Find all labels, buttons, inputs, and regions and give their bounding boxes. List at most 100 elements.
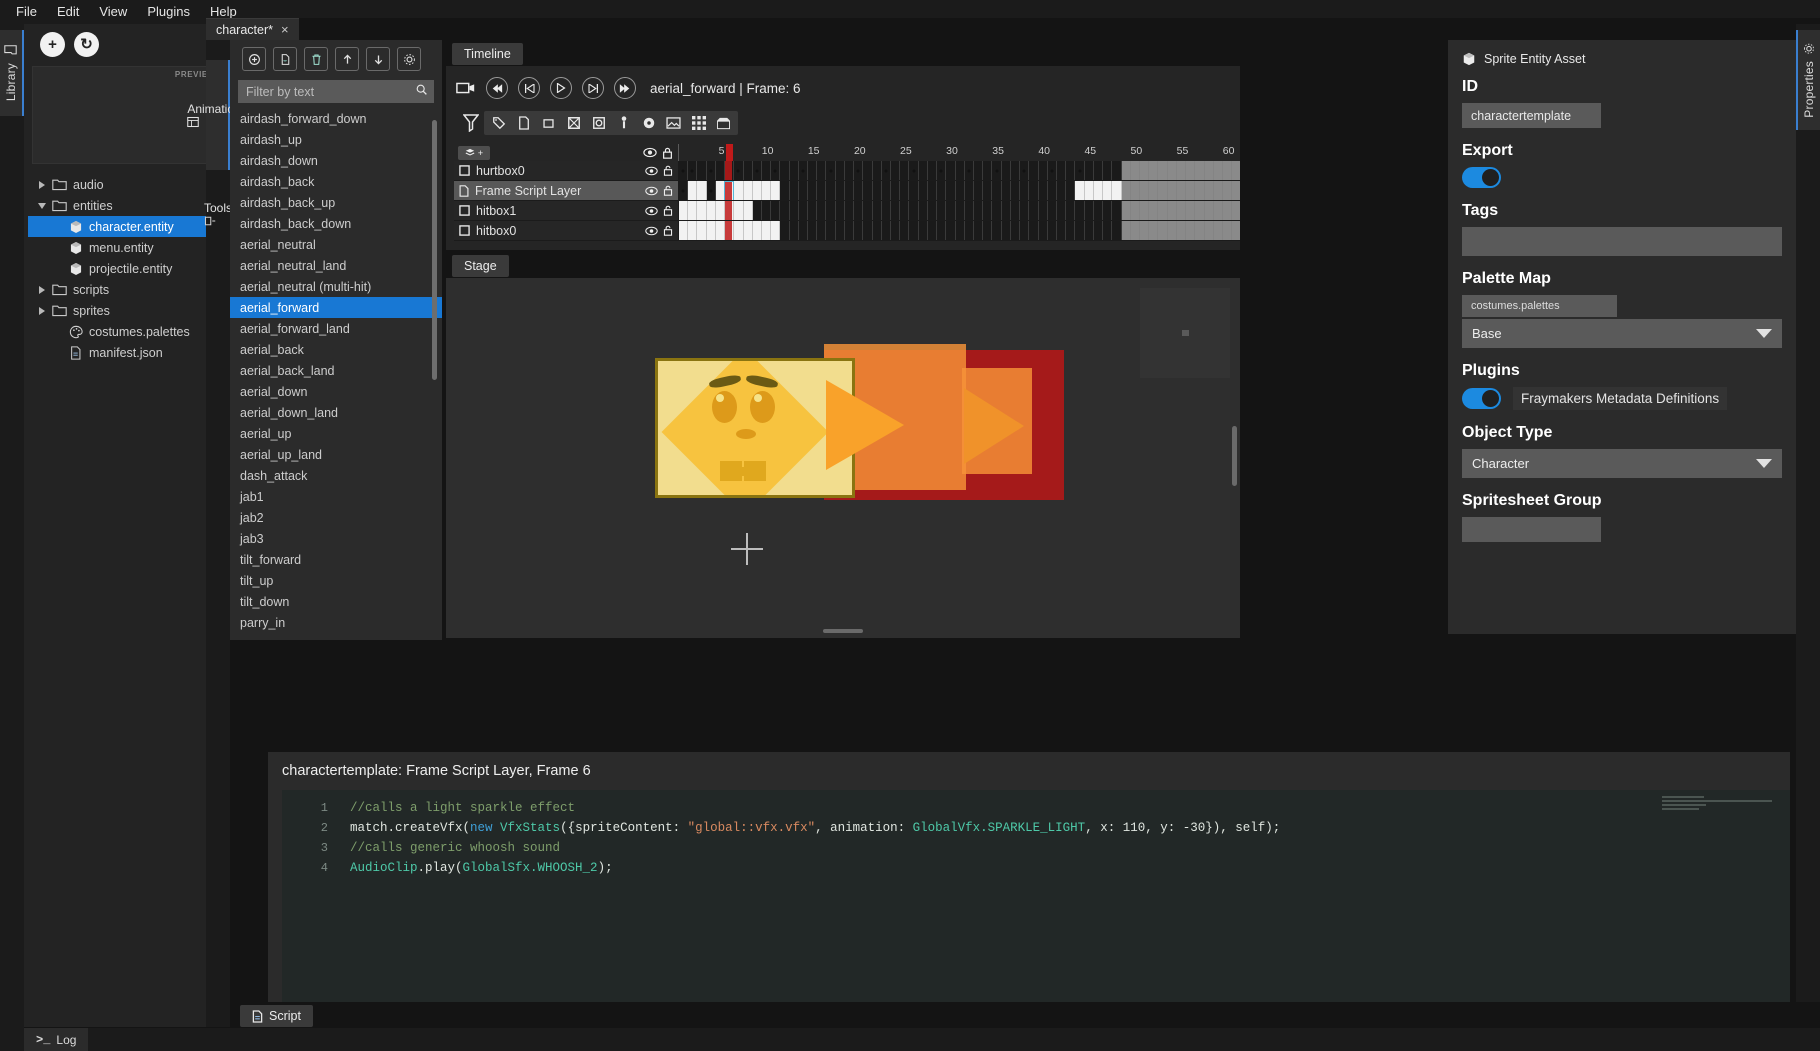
timeline-cell[interactable] <box>1103 181 1112 200</box>
code-text[interactable]: //calls a light sparkle effect <box>350 801 575 815</box>
timeline-cell[interactable] <box>1168 181 1177 200</box>
timeline-cell[interactable] <box>771 221 780 240</box>
selected-frame-cell[interactable] <box>724 181 734 201</box>
timeline-cell[interactable] <box>1011 221 1020 240</box>
timeline-cell[interactable] <box>863 221 872 240</box>
timeline-cell[interactable] <box>946 161 955 180</box>
palette-file-chip[interactable]: costumes.palettes <box>1462 295 1617 317</box>
animation-item[interactable]: tilt_up <box>230 570 442 591</box>
timeline-cell[interactable] <box>863 181 872 200</box>
timeline-cell[interactable] <box>946 201 955 220</box>
animation-item[interactable]: aerial_forward <box>230 297 442 318</box>
stage-resize-grip[interactable] <box>823 629 863 633</box>
timeline-cell[interactable] <box>679 181 688 200</box>
timeline-cell[interactable] <box>900 181 909 200</box>
timeline-cell[interactable] <box>836 221 845 240</box>
delete-animation-button[interactable] <box>304 47 328 71</box>
timeline-cell[interactable] <box>1085 201 1094 220</box>
timeline-cell[interactable] <box>1186 201 1195 220</box>
camera-button[interactable] <box>456 81 476 95</box>
timeline-cell[interactable] <box>1085 221 1094 240</box>
animation-item[interactable]: airdash_forward_down <box>230 108 442 129</box>
image-icon[interactable] <box>661 112 686 134</box>
timeline-layer-row[interactable]: Frame Script Layer <box>454 181 678 201</box>
timeline-cell[interactable] <box>983 221 992 240</box>
timeline-cell[interactable] <box>863 161 872 180</box>
timeline-cell[interactable] <box>1214 161 1223 180</box>
code-minimap[interactable] <box>1662 796 1772 818</box>
timeline-cell[interactable] <box>882 201 891 220</box>
previous-frame-button[interactable] <box>518 77 540 99</box>
spritesheet-group-field[interactable] <box>1462 517 1601 542</box>
timeline-cell[interactable] <box>1186 221 1195 240</box>
timeline-cell[interactable] <box>734 201 743 220</box>
timeline-cell[interactable] <box>891 201 900 220</box>
timeline-cell[interactable] <box>1048 221 1057 240</box>
timeline-cell[interactable] <box>762 181 771 200</box>
timeline-cell[interactable] <box>1122 161 1131 180</box>
timeline-cell[interactable] <box>882 161 891 180</box>
timeline-cell[interactable] <box>919 201 928 220</box>
timeline-cell[interactable] <box>1112 181 1121 200</box>
timeline-cell[interactable] <box>1205 221 1214 240</box>
timeline-cell[interactable] <box>900 161 909 180</box>
rewind-start-button[interactable] <box>486 77 508 99</box>
timeline-cell[interactable] <box>1075 221 1084 240</box>
document-tab-character[interactable]: character* × <box>206 18 299 40</box>
hurtbox-icon[interactable] <box>586 112 611 134</box>
tree-item-menu-entity[interactable]: menu.entity <box>28 237 230 258</box>
timeline-cell[interactable] <box>1131 181 1140 200</box>
animation-item[interactable]: jab3 <box>230 528 442 549</box>
timeline-cell[interactable] <box>1177 161 1186 180</box>
tree-item-audio[interactable]: audio <box>28 174 230 195</box>
timeline-cell[interactable] <box>827 181 836 200</box>
timeline-cell[interactable] <box>956 201 965 220</box>
timeline-cell[interactable] <box>744 221 753 240</box>
timeline-cell[interactable] <box>928 161 937 180</box>
timeline-cell[interactable] <box>1039 201 1048 220</box>
timeline-cell[interactable] <box>1020 221 1029 240</box>
timeline-cell[interactable] <box>744 201 753 220</box>
timeline-cell[interactable] <box>1158 201 1167 220</box>
timeline-cell[interactable] <box>873 181 882 200</box>
stage-scrollbar[interactable] <box>1232 426 1237 486</box>
animation-item[interactable]: dash_attack <box>230 465 442 486</box>
animation-item[interactable]: parry_in <box>230 612 442 633</box>
timeline-cell[interactable] <box>827 201 836 220</box>
timeline-cell[interactable] <box>974 221 983 240</box>
timeline-cell[interactable] <box>716 221 725 240</box>
timeline-cell[interactable] <box>780 201 789 220</box>
bone-icon[interactable] <box>611 112 636 134</box>
tag-icon[interactable] <box>486 112 511 134</box>
timeline-cell[interactable] <box>1029 221 1038 240</box>
timeline-cell[interactable] <box>910 161 919 180</box>
object-type-select[interactable]: Character <box>1462 449 1782 478</box>
timeline-cell[interactable] <box>1075 161 1084 180</box>
tree-item-character-entity[interactable]: character.entity <box>28 216 230 237</box>
animation-item[interactable]: aerial_back <box>230 339 442 360</box>
collision-box-icon[interactable] <box>536 112 561 134</box>
add-asset-button[interactable]: + <box>40 32 65 57</box>
timeline-cell[interactable] <box>808 181 817 200</box>
timeline-cell[interactable] <box>974 161 983 180</box>
timeline-cell[interactable] <box>1140 201 1149 220</box>
animation-item[interactable]: aerial_neutral <box>230 234 442 255</box>
stage-canvas[interactable] <box>446 278 1240 638</box>
duplicate-animation-button[interactable] <box>273 47 297 71</box>
code-text[interactable]: //calls generic whoosh sound <box>350 841 560 855</box>
timeline-cell[interactable] <box>1002 181 1011 200</box>
timeline-cell[interactable] <box>771 201 780 220</box>
rail-tab-tools[interactable]: Tools <box>206 178 230 250</box>
timeline-cell[interactable] <box>716 161 725 180</box>
timeline-cell[interactable] <box>836 161 845 180</box>
timeline-layer-row[interactable]: hitbox0 <box>454 221 678 241</box>
timeline-cell[interactable] <box>799 201 808 220</box>
sprite-icon[interactable] <box>711 112 736 134</box>
timeline-cell[interactable] <box>734 181 743 200</box>
timeline-cell[interactable] <box>799 221 808 240</box>
timeline-cell[interactable] <box>1112 221 1121 240</box>
timeline-cell[interactable] <box>1195 201 1204 220</box>
timeline-cell[interactable] <box>1168 221 1177 240</box>
timeline-cell[interactable] <box>919 181 928 200</box>
timeline-cell[interactable] <box>1195 181 1204 200</box>
